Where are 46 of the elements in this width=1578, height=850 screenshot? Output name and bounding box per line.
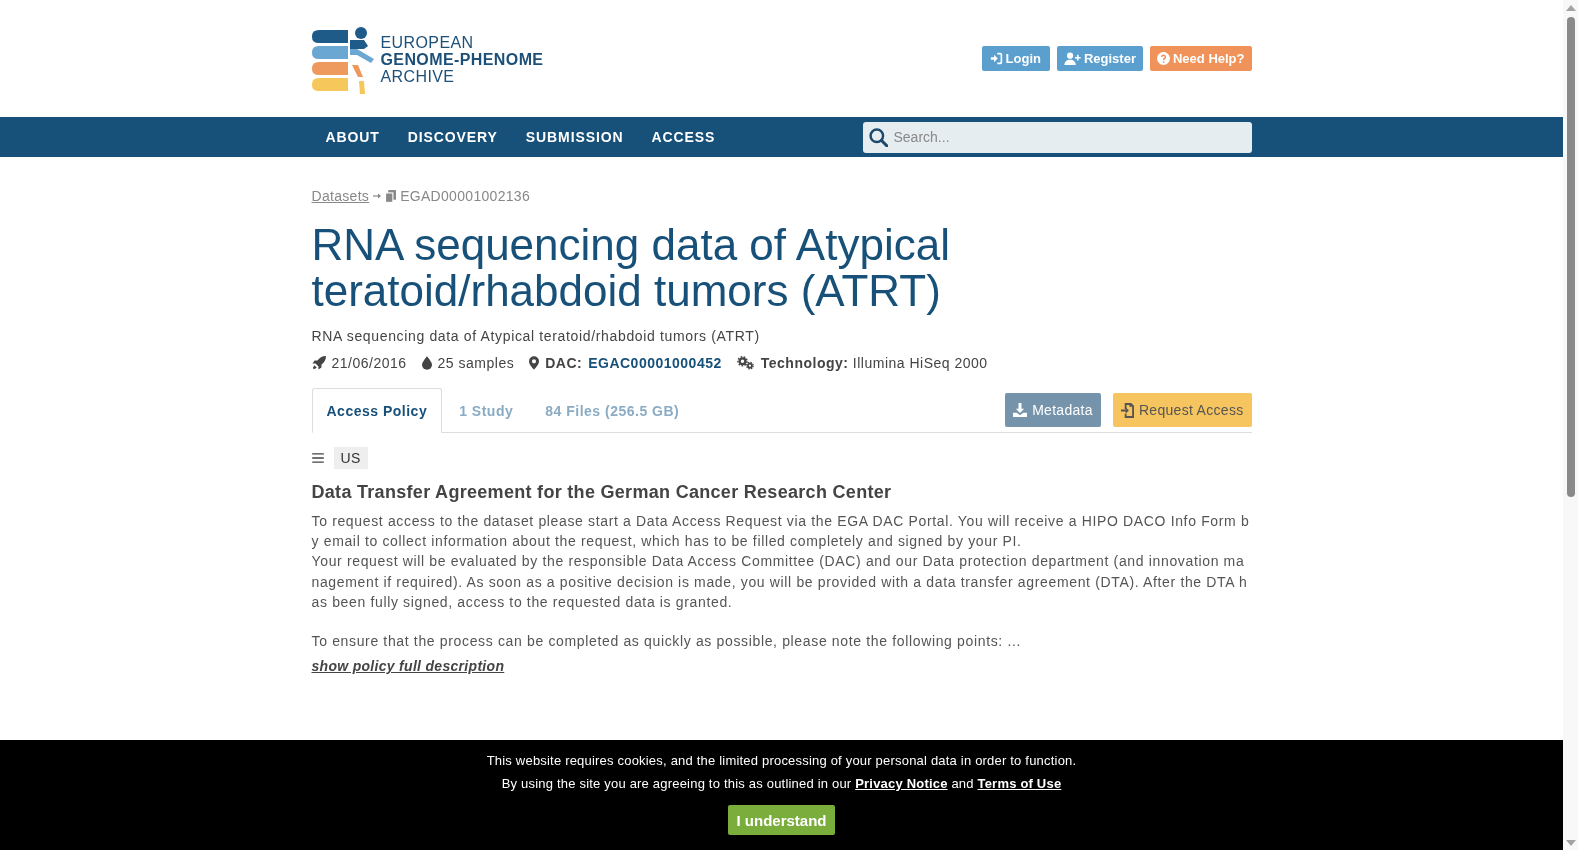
- scroll-up-icon[interactable]: [1565, 5, 1576, 11]
- arrow-icon: [373, 193, 382, 199]
- tab[interactable]: Access Policy: [311, 388, 443, 433]
- dac-link[interactable]: EGAC00001000452: [588, 353, 722, 373]
- sign-in-icon: [989, 52, 1003, 65]
- search-field[interactable]: Search...: [862, 121, 1252, 153]
- breadcrumb-current: EGAD00001002136: [400, 187, 530, 206]
- policy-description: To ensure that the process can be completed as quickly as possible, please note the following points: ...: [311, 632, 1022, 651]
- rocket-icon: [311, 356, 326, 370]
- breadcrumb-link[interactable]: Datasets: [311, 186, 370, 206]
- dataset-title: RNA sequencing data of Atypical teratoid/rhabdoid tumors (ATRT): [311, 222, 951, 314]
- copy-icon: [385, 189, 397, 203]
- logo-text[interactable]: GENOME-PHENOME: [380, 51, 544, 68]
- show-description-link[interactable]: show policy full description: [311, 656, 505, 677]
- nav-link[interactable]: DISCOVERY: [393, 117, 512, 157]
- scroll-down-icon[interactable]: [1565, 840, 1576, 846]
- file-sign-in-icon: [1120, 402, 1134, 418]
- question-circle-icon: [1157, 52, 1170, 65]
- gears-icon: [736, 356, 755, 370]
- legal-link[interactable]: Privacy Notice: [855, 776, 948, 791]
- search-icon: [868, 127, 888, 147]
- request-access-button[interactable]: Request Access: [1112, 393, 1252, 427]
- legal-link[interactable]: Terms of Use: [977, 776, 1062, 791]
- scrollbar-thumb[interactable]: [1566, 17, 1575, 497]
- download-icon: [1013, 403, 1028, 417]
- nav-link[interactable]: ACCESS: [637, 117, 730, 157]
- release-date: 21/06/2016: [331, 354, 407, 373]
- sample-count: 25 samples: [437, 354, 515, 373]
- policy-description: To request access to the dataset please start a Data Access Request via the EGA DAC Portal. You will receive a HIPO DACO Info Form by email to collect information about the request, which has to be filled completely and signed by your PI. Your request will be evaluated by the responsible Data Access Committee (DAC) and our Data protection department (and innovation management if required). As soon as a positive decision is made, you will be provided with a data transfer agreement (DTA). After the DTA has been fully signed, access to the requested data is granted.: [311, 512, 1251, 612]
- logo-text[interactable]: ARCHIVE: [380, 68, 544, 85]
- logo-icon[interactable]: [311, 25, 374, 94]
- country-tag: US: [333, 447, 368, 469]
- dac-label: DAC:: [545, 354, 583, 373]
- cookie-consent-text: By using the site you are agreeing to this as outlined in our Privacy Notice and Terms of Use: [501, 775, 1062, 793]
- map-pin-icon: [529, 356, 540, 370]
- dataset-subtitle: RNA sequencing data of Atypical teratoid/rhabdoid tumors (ATRT): [311, 327, 761, 346]
- logo-text[interactable]: EUROPEAN: [380, 34, 544, 51]
- user-plus-icon: [1063, 52, 1081, 65]
- menu-icon[interactable]: [311, 453, 324, 463]
- technology-text: Technology: Illumina HiSeq 2000: [760, 354, 988, 373]
- nav-link[interactable]: SUBMISSION: [511, 117, 638, 157]
- cookie-message: This website requires cookies, and the limited processing of your personal data in order to function.: [486, 752, 1077, 770]
- policy-title: Data Transfer Agreement for the German Cancer Research Center: [311, 481, 893, 504]
- nav-link[interactable]: ABOUT: [311, 117, 394, 157]
- scrollbar[interactable]: [1563, 0, 1578, 850]
- drop-icon: [421, 356, 432, 370]
